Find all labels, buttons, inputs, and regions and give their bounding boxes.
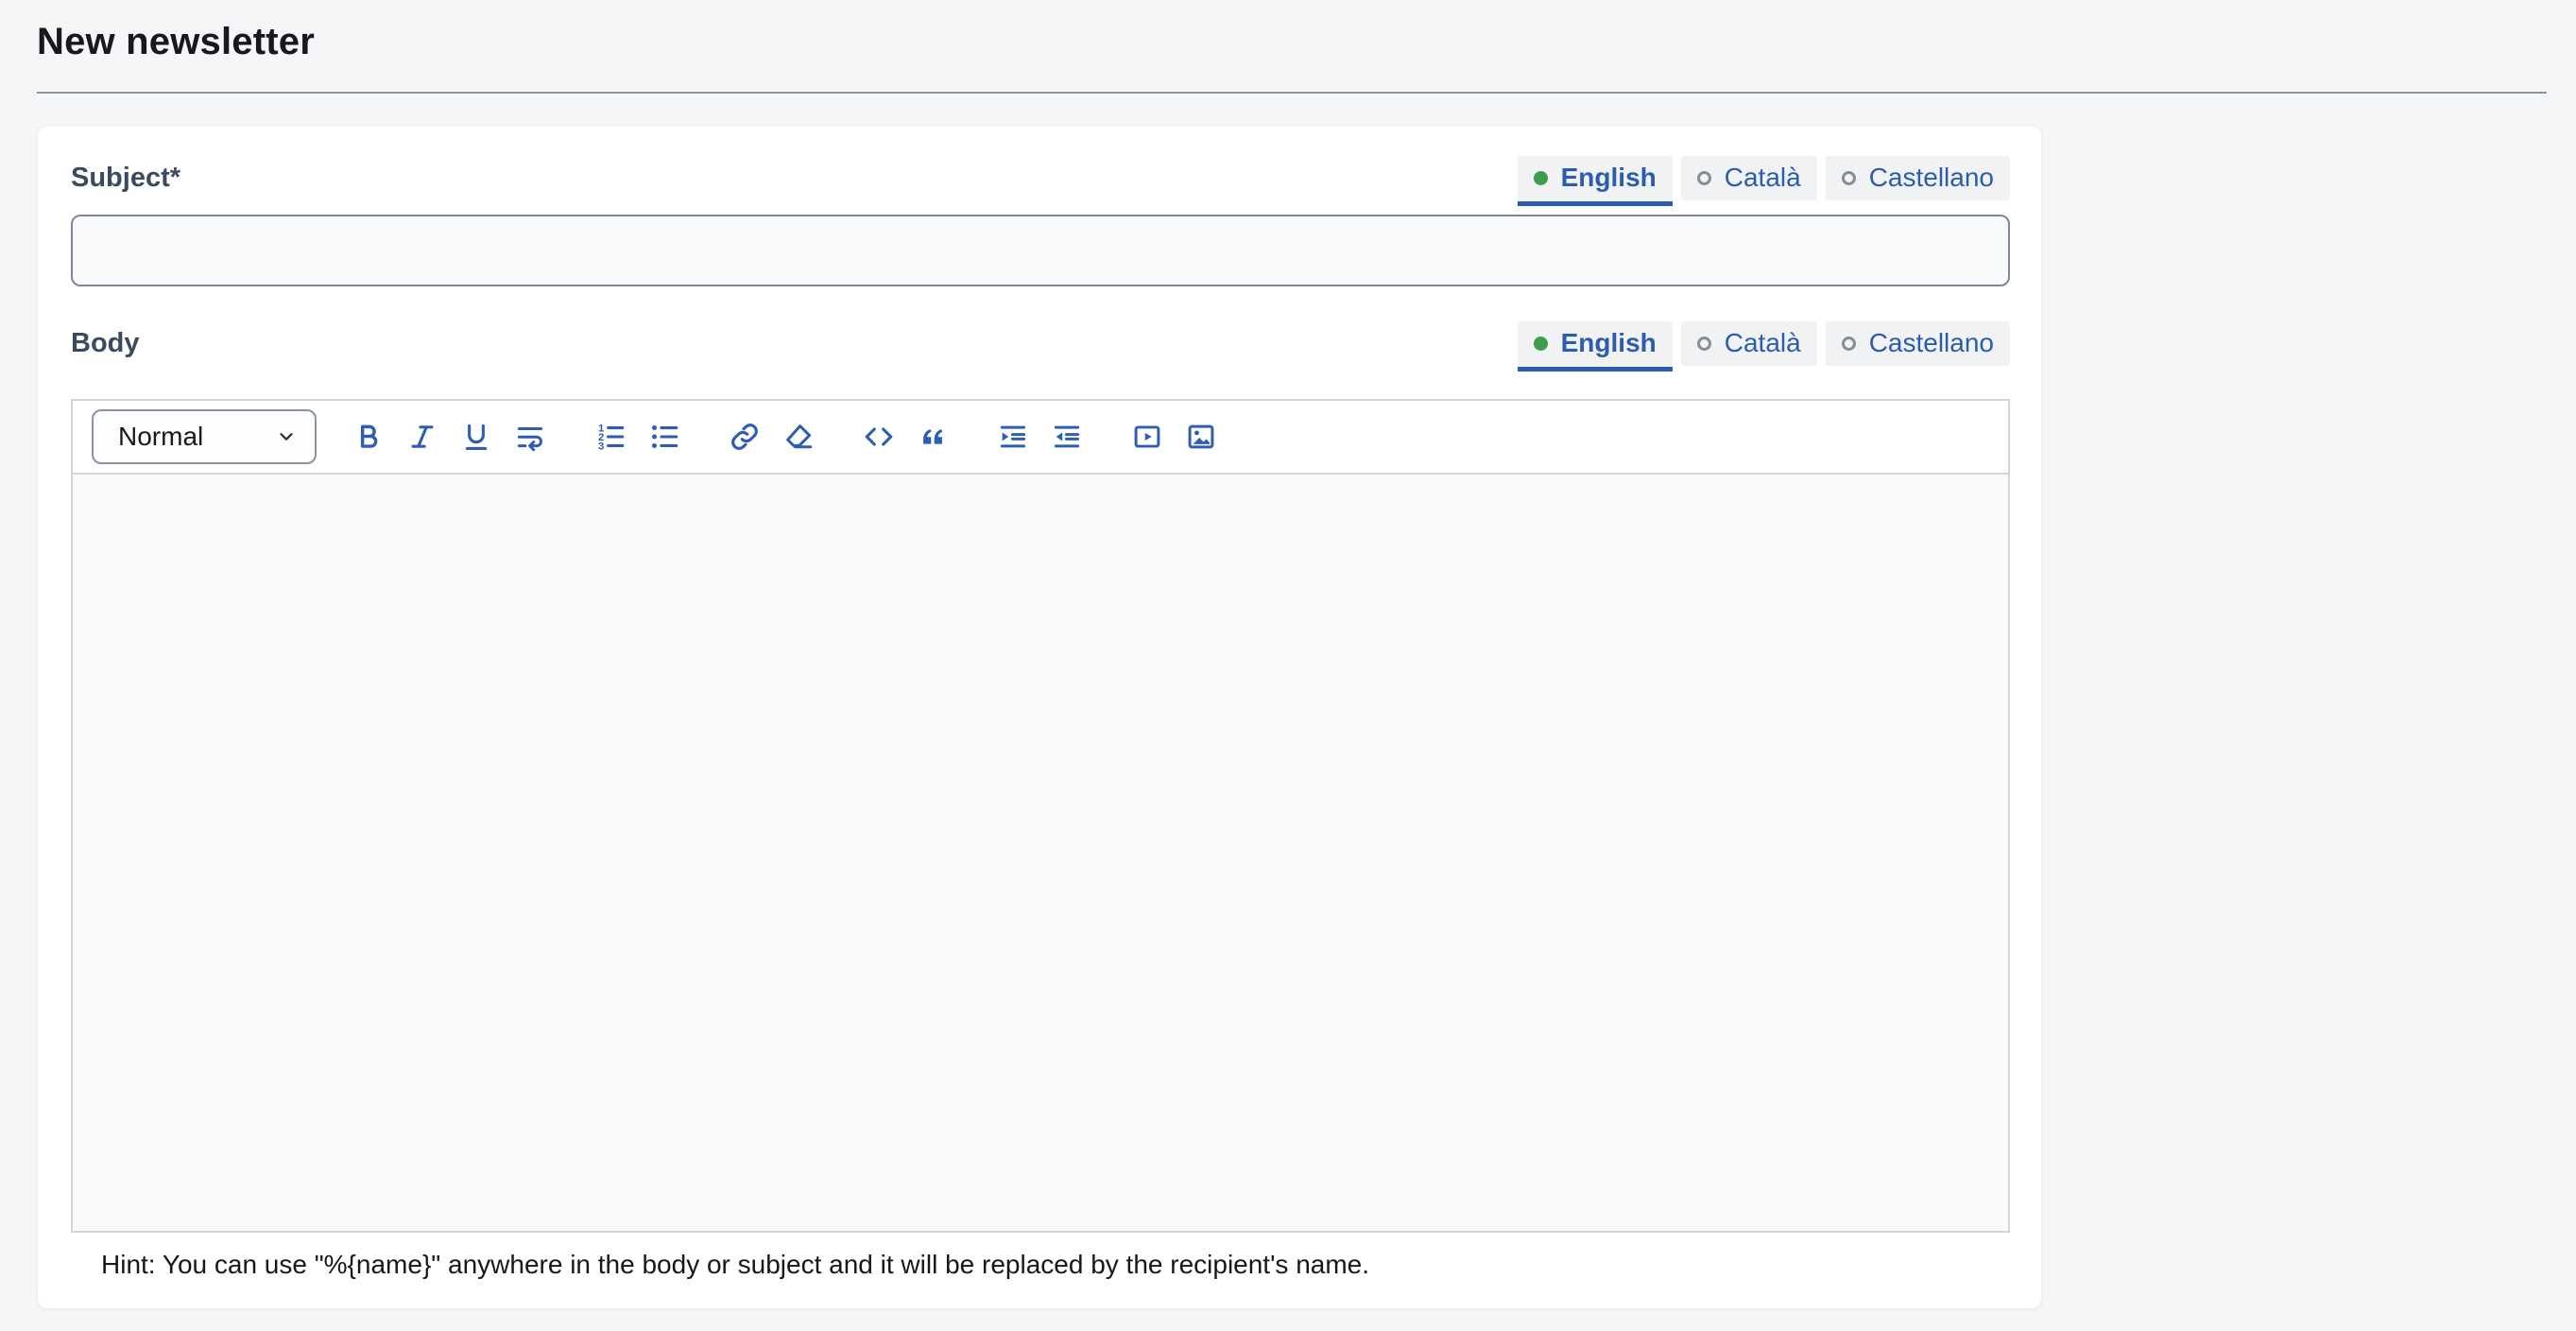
language-option-label: Castellano [1869, 328, 1994, 358]
body-language-switcher: English Català Castellano [1518, 321, 2010, 366]
page-header: New newsletter [0, 0, 2576, 94]
newsletter-form-card: Subject* English Català Castellano Body … [38, 127, 2041, 1308]
language-option-label: Català [1725, 328, 1801, 358]
unordered-list-icon [648, 421, 680, 453]
subject-language-option-castellano[interactable]: Castellano [1826, 156, 2010, 200]
ordered-list-icon: 1 2 3 [594, 421, 627, 453]
subject-input[interactable] [71, 215, 2010, 286]
rich-text-editor: Normal [71, 399, 2010, 1233]
language-option-label: Castellano [1869, 163, 1994, 193]
indent-group [986, 409, 1093, 464]
svg-text:3: 3 [597, 441, 603, 453]
active-language-underline [1518, 367, 1673, 372]
subject-label: Subject* [71, 163, 180, 194]
italic-button[interactable] [395, 409, 449, 464]
link-group [717, 409, 825, 464]
language-option-label: English [1561, 328, 1657, 358]
bold-icon [352, 421, 385, 453]
bold-button[interactable] [341, 409, 395, 464]
radio-selected-icon [1534, 171, 1548, 185]
editor-toolbar: Normal [73, 401, 2008, 475]
link-button[interactable] [717, 409, 771, 464]
eraser-icon [782, 421, 815, 453]
chevron-down-icon [275, 425, 298, 448]
page-title: New newsletter [37, 21, 2547, 63]
ordered-list-button[interactable]: 1 2 3 [583, 409, 637, 464]
radio-selected-icon [1534, 337, 1548, 351]
blockquote-button[interactable] [905, 409, 959, 464]
radio-unselected-icon [1697, 171, 1711, 185]
body-language-option-castellano[interactable]: Castellano [1826, 321, 2010, 366]
text-format-group [341, 409, 557, 464]
video-icon [1131, 421, 1163, 453]
subject-language-switcher: English Català Castellano [1518, 156, 2010, 200]
radio-unselected-icon [1842, 171, 1856, 185]
radio-unselected-icon [1842, 337, 1856, 351]
radio-unselected-icon [1697, 337, 1711, 351]
language-option-label: Català [1725, 163, 1801, 193]
blockquote-icon [917, 421, 949, 453]
indent-decrease-button[interactable] [1039, 409, 1093, 464]
indent-increase-icon [997, 421, 1029, 453]
newsletter-hint: Hint: You can use "%{name}" anywhere in … [71, 1250, 2010, 1280]
text-wrap-icon [514, 421, 546, 453]
text-wrap-button[interactable] [503, 409, 557, 464]
subject-language-option-english[interactable]: English [1518, 156, 1673, 200]
code-button[interactable] [851, 409, 905, 464]
subject-language-option-catala[interactable]: Català [1681, 156, 1817, 200]
image-button[interactable] [1174, 409, 1228, 464]
body-language-option-catala[interactable]: Català [1681, 321, 1817, 366]
video-button[interactable] [1120, 409, 1174, 464]
paragraph-style-label: Normal [118, 422, 203, 452]
body-editor-content[interactable] [73, 475, 2008, 1231]
code-quote-group [851, 409, 959, 464]
subject-field-row: Subject* English Català Castellano [71, 155, 2010, 200]
body-label: Body [71, 328, 140, 359]
italic-icon [406, 421, 438, 453]
underline-button[interactable] [449, 409, 503, 464]
code-icon [863, 421, 895, 453]
language-option-label: English [1561, 163, 1657, 193]
underline-icon [460, 421, 492, 453]
body-language-option-english[interactable]: English [1518, 321, 1673, 366]
list-group: 1 2 3 [583, 409, 691, 464]
image-icon [1185, 421, 1217, 453]
clear-format-button[interactable] [771, 409, 825, 464]
indent-increase-button[interactable] [986, 409, 1039, 464]
active-language-underline [1518, 201, 1673, 206]
link-icon [729, 421, 761, 453]
paragraph-style-dropdown[interactable]: Normal [92, 409, 317, 464]
media-group [1120, 409, 1228, 464]
indent-decrease-icon [1051, 421, 1083, 453]
body-field-row: Body English Català Castellano [71, 320, 2010, 366]
unordered-list-button[interactable] [637, 409, 691, 464]
header-divider [37, 92, 2547, 94]
